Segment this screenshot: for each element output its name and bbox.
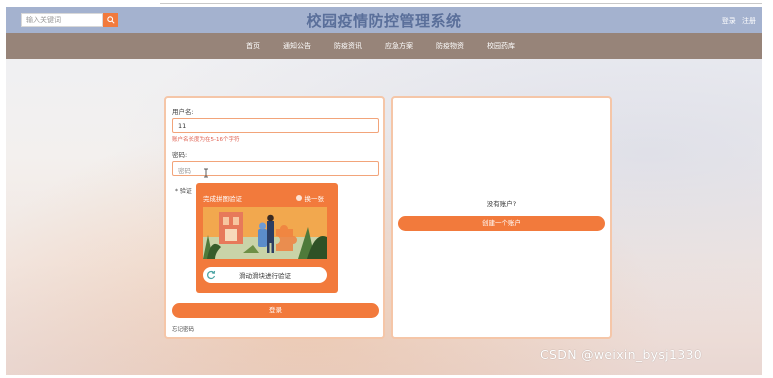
password-label: 密码: bbox=[172, 151, 188, 159]
register-link[interactable]: 注册 bbox=[742, 17, 756, 25]
login-card: 用户名: 11 账户名长度为在5-16个字符 密码: 密码 * 验证 完成拼图验… bbox=[164, 96, 385, 339]
captcha-image bbox=[203, 207, 327, 259]
login-link[interactable]: 登录 bbox=[722, 17, 736, 25]
refresh-label: 换一张 bbox=[304, 195, 325, 203]
top-header: 输入关键词 校园疫情防控管理系统 登录 注册 bbox=[6, 7, 762, 33]
verify-label: * 验证 bbox=[175, 188, 192, 195]
captcha-refresh[interactable]: 换一张 bbox=[295, 193, 325, 203]
forgot-password-link[interactable]: 忘记密码 bbox=[172, 325, 194, 333]
slider-handle[interactable] bbox=[203, 267, 219, 283]
text-cursor-icon bbox=[204, 168, 208, 178]
captcha-title: 完成拼图验证 bbox=[203, 195, 242, 203]
username-label: 用户名: bbox=[172, 108, 194, 116]
refresh-arrow-icon bbox=[207, 270, 216, 280]
nav-item-supplies[interactable]: 防疫物资 bbox=[436, 41, 464, 51]
right-margin bbox=[762, 0, 773, 378]
watermark: CSDN @weixin_bysj1330 bbox=[540, 347, 702, 362]
nav-item-notices[interactable]: 通知公告 bbox=[283, 41, 311, 51]
register-card: 没有账户? 创建一个账户 bbox=[391, 96, 612, 339]
create-account-button[interactable]: 创建一个账户 bbox=[398, 216, 605, 231]
captcha-slider[interactable]: 滑动滑块进行验证 bbox=[203, 267, 327, 283]
top-frame-line bbox=[0, 0, 773, 6]
slider-text: 滑动滑块进行验证 bbox=[239, 272, 291, 280]
no-account-text: 没有账户? bbox=[486, 200, 517, 208]
nav-item-news[interactable]: 防疫资讯 bbox=[334, 41, 362, 51]
username-input[interactable]: 11 bbox=[172, 118, 379, 133]
main-nav: 首页 通知公告 防疫资讯 应急方案 防疫物资 校园药库 bbox=[6, 33, 762, 59]
captcha-panel: 完成拼图验证 换一张 滑动滑块进行验证 bbox=[196, 183, 338, 293]
nav-item-pharmacy[interactable]: 校园药库 bbox=[487, 41, 515, 51]
nav-item-home[interactable]: 首页 bbox=[246, 41, 260, 51]
auth-links: 登录 注册 bbox=[718, 16, 756, 26]
page: 输入关键词 校园疫情防控管理系统 登录 注册 首页 通知公告 防疫资讯 应急方案… bbox=[6, 7, 762, 375]
nav-item-emergency-plan[interactable]: 应急方案 bbox=[385, 41, 413, 51]
username-hint: 账户名长度为在5-16个字符 bbox=[172, 137, 240, 143]
login-submit-button[interactable]: 登录 bbox=[172, 303, 379, 318]
site-title: 校园疫情防控管理系统 bbox=[306, 12, 462, 30]
refresh-icon bbox=[295, 195, 302, 201]
